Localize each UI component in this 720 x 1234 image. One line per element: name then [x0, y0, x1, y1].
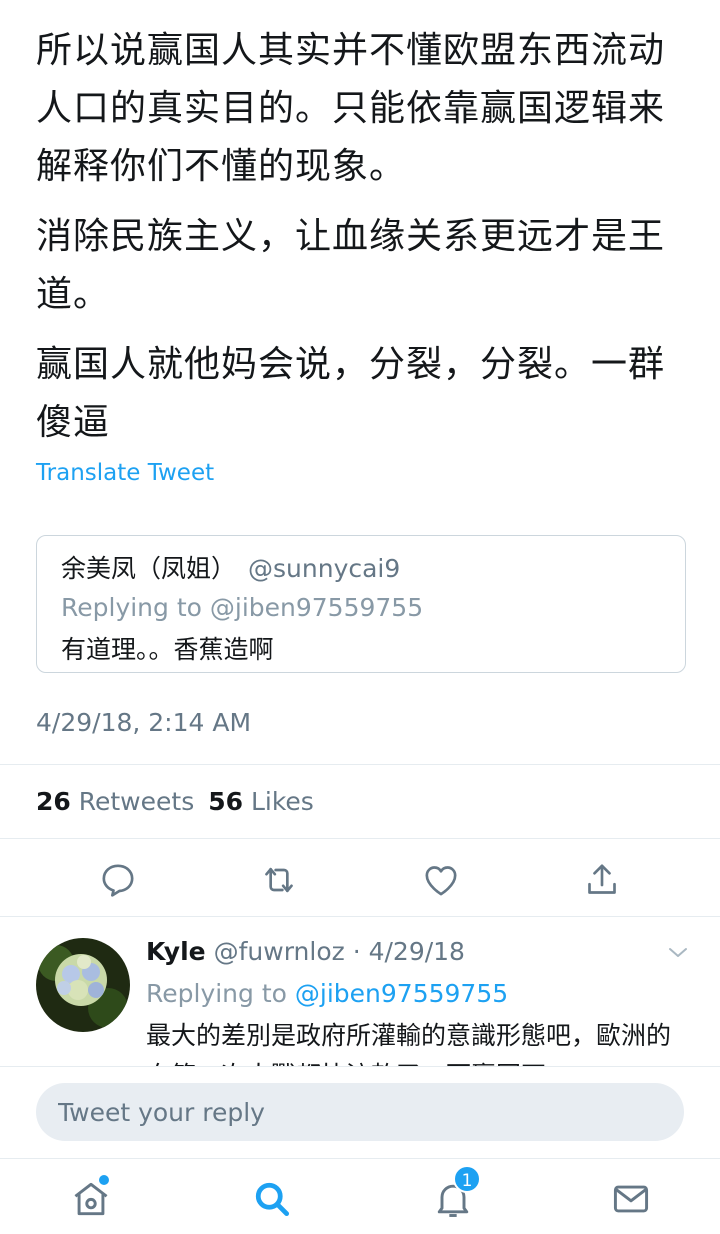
compose-bar: [0, 1066, 720, 1158]
chevron-down-icon[interactable]: [664, 940, 692, 964]
tweet-body: 所以说赢国人其实并不懂欧盟东西流动人口的真实目的。只能依靠赢国逻辑来解释你们不懂…: [36, 22, 686, 464]
likes-count: 56: [208, 787, 244, 816]
reply-input[interactable]: [36, 1083, 684, 1141]
retweets-label: Retweets: [78, 787, 195, 816]
tweet-paragraph: 赢国人就他妈会说，分裂，分裂。一群傻逼: [36, 344, 666, 443]
reply-replying-to: Replying to @jiben97559755: [146, 976, 508, 1012]
notifications-badge: 1: [453, 1165, 481, 1193]
home-unread-dot: [99, 1175, 109, 1185]
replying-prefix: Replying to: [146, 979, 287, 1008]
retweets-stat[interactable]: 26 Retweets: [36, 787, 194, 816]
quoted-tweet-text: 有道理。。香蕉造啊: [61, 635, 274, 664]
tweet-actions: [0, 860, 720, 904]
tweet-paragraph: 所以说赢国人其实并不懂欧盟东西流动人口的真实目的。只能依靠赢国逻辑来解释你们不懂…: [36, 30, 666, 187]
reply-text: 最大的差別是政府所灌輸的意識形態吧，歐洲的血第二次大戰都快流乾了，而贏國不: [146, 1021, 672, 1066]
translate-tweet-link[interactable]: Translate Tweet: [36, 460, 214, 486]
tab-search[interactable]: [250, 1177, 294, 1221]
divider: [0, 764, 720, 765]
tab-home[interactable]: [69, 1175, 113, 1221]
mail-icon: [613, 1185, 649, 1213]
avatar[interactable]: [36, 938, 130, 1032]
tweet-timestamp: 4/29/18, 2:14 AM: [36, 708, 252, 737]
quoted-tweet-header: 余美凤（凤姐） @sunnycai9: [61, 550, 661, 588]
share-icon[interactable]: [582, 860, 622, 900]
divider: [0, 916, 720, 917]
quoted-replying-to: Replying to @jiben97559755: [61, 593, 424, 622]
reply-header: Kyle @fuwrnloz · 4/29/18: [146, 934, 465, 970]
quoted-author-name: 余美凤（凤姐）: [61, 554, 237, 583]
reply-author-name[interactable]: Kyle: [146, 937, 206, 966]
likes-stat[interactable]: 56 Likes: [208, 787, 314, 816]
divider: [0, 838, 720, 839]
tweet-stats: 26 Retweets 56 Likes: [36, 787, 314, 816]
bottom-tab-bar: 1: [0, 1158, 720, 1234]
quoted-tweet[interactable]: 余美凤（凤姐） @sunnycai9 Replying to @jiben9755…: [36, 535, 686, 673]
reply-tweet[interactable]: Kyle @fuwrnloz · 4/29/18 Replying to @jib…: [0, 920, 720, 1066]
reply-author-meta: @fuwrnloz · 4/29/18: [213, 937, 465, 966]
search-icon: [255, 1182, 290, 1217]
tab-messages[interactable]: [609, 1177, 653, 1221]
tweet-paragraph: 消除民族主义，让血缘关系更远才是王道。: [36, 216, 666, 315]
quoted-author-handle: @sunnycai9: [248, 554, 401, 583]
like-icon[interactable]: [421, 860, 461, 900]
retweets-count: 26: [36, 787, 71, 816]
retweet-icon[interactable]: [259, 860, 299, 900]
tab-notifications[interactable]: 1: [431, 1165, 481, 1221]
replying-mention-link[interactable]: @jiben97559755: [295, 979, 508, 1008]
reply-icon[interactable]: [98, 860, 138, 900]
likes-label: Likes: [250, 787, 314, 816]
